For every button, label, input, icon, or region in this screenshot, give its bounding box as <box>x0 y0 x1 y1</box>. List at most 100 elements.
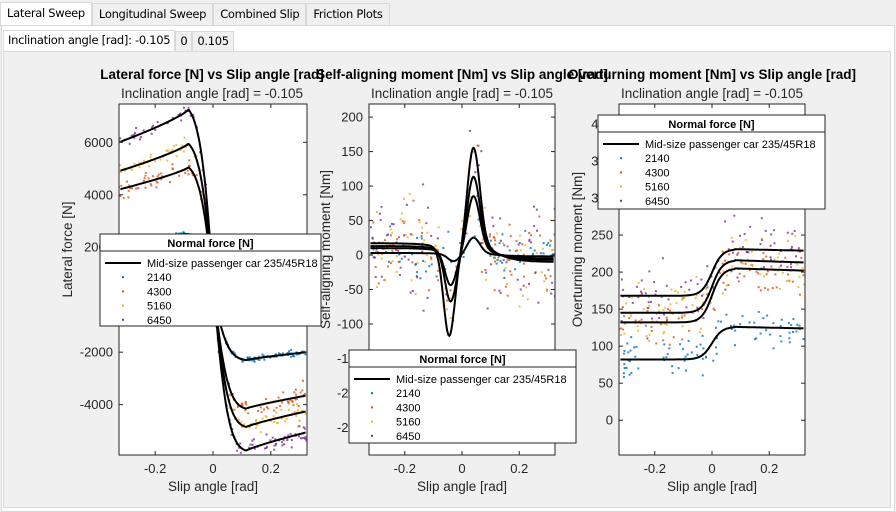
data-point <box>427 206 429 209</box>
data-point <box>503 269 506 272</box>
data-point <box>764 229 767 232</box>
data-point <box>388 260 390 263</box>
data-point <box>781 271 784 274</box>
data-point <box>682 347 684 350</box>
data-point <box>506 258 509 261</box>
data-point <box>286 439 289 441</box>
data-point <box>425 254 428 257</box>
data-point <box>666 319 669 322</box>
data-point <box>403 220 406 223</box>
data-point <box>410 279 413 282</box>
data-point <box>749 225 752 228</box>
data-point <box>774 273 777 276</box>
data-point <box>671 371 674 374</box>
data-point <box>461 219 463 222</box>
data-point <box>528 282 530 285</box>
data-point <box>797 285 800 288</box>
data-point <box>635 285 638 288</box>
data-point <box>484 278 487 281</box>
data-point <box>371 237 374 240</box>
data-point <box>374 276 377 278</box>
data-point <box>524 229 527 232</box>
data-point <box>623 367 626 369</box>
legend-entry-label: Mid-size passenger car 235/45R18 <box>645 139 816 151</box>
data-point <box>418 219 421 221</box>
data-point <box>301 437 304 439</box>
data-point <box>633 346 636 349</box>
data-point <box>650 300 652 303</box>
data-point <box>399 266 402 269</box>
data-point <box>399 274 401 276</box>
data-point <box>547 241 550 244</box>
data-point <box>499 259 502 262</box>
chart-subtitle: Inclination angle [rad] = -0.105 <box>371 86 553 101</box>
data-point <box>770 265 773 268</box>
x-tick-label: 0.2 <box>262 461 280 476</box>
data-point <box>543 280 546 283</box>
data-point <box>187 106 190 109</box>
data-point <box>484 269 487 271</box>
data-point <box>549 239 551 241</box>
legend-title: Normal force [N] <box>167 238 254 250</box>
data-point <box>645 335 648 337</box>
data-point <box>175 155 178 157</box>
data-point <box>516 249 518 252</box>
data-point <box>650 330 653 332</box>
data-point <box>276 422 279 425</box>
legend[interactable]: Normal force [N] Mid-size passenger car 2… <box>348 349 577 444</box>
data-point <box>698 331 701 334</box>
data-point <box>773 258 776 261</box>
data-point <box>791 245 793 248</box>
data-point <box>787 240 789 242</box>
legend-entry-label: 4300 <box>147 286 171 298</box>
data-point <box>739 323 742 326</box>
data-point <box>695 345 698 348</box>
data-point <box>142 129 145 132</box>
data-point <box>798 275 801 278</box>
data-point <box>539 252 542 255</box>
data-point <box>516 278 519 281</box>
data-point <box>239 442 242 445</box>
data-point <box>630 296 633 299</box>
data-point <box>634 355 637 358</box>
data-point <box>421 232 424 234</box>
data-point <box>295 393 298 396</box>
data-point <box>301 379 304 382</box>
data-point <box>273 420 276 423</box>
legend[interactable]: Normal force [N] Mid-size passenger car 2… <box>99 233 322 327</box>
data-point <box>436 237 439 240</box>
data-point <box>506 294 509 297</box>
data-point <box>399 218 402 221</box>
data-point <box>415 275 418 278</box>
data-point <box>701 374 704 377</box>
data-point <box>462 256 465 258</box>
data-point <box>281 441 284 444</box>
y-tick-label: 4000 <box>84 187 113 202</box>
data-point <box>715 346 717 349</box>
data-point <box>491 216 494 219</box>
x-axis-label: Slip angle [rad] <box>168 479 258 494</box>
data-point <box>686 353 689 356</box>
x-tick-label: -0.2 <box>394 461 416 476</box>
data-point <box>477 144 480 147</box>
data-point <box>127 189 130 192</box>
data-point <box>383 239 386 242</box>
data-point <box>631 301 634 304</box>
data-point <box>301 389 304 392</box>
legend[interactable]: Normal force [N] Mid-size passenger car 2… <box>597 114 826 210</box>
data-point <box>667 298 670 301</box>
data-point <box>788 331 791 334</box>
data-point <box>505 261 508 264</box>
data-point <box>426 296 429 299</box>
y-tick-label: 0 <box>606 413 613 428</box>
data-point <box>665 323 668 326</box>
data-point <box>772 322 775 325</box>
data-point <box>131 168 134 171</box>
data-point <box>547 268 550 271</box>
data-point <box>679 343 682 346</box>
data-point <box>519 288 522 291</box>
legend-marker-swatch <box>620 171 622 174</box>
data-point <box>285 417 288 420</box>
data-point <box>238 418 240 421</box>
data-point <box>275 406 278 409</box>
